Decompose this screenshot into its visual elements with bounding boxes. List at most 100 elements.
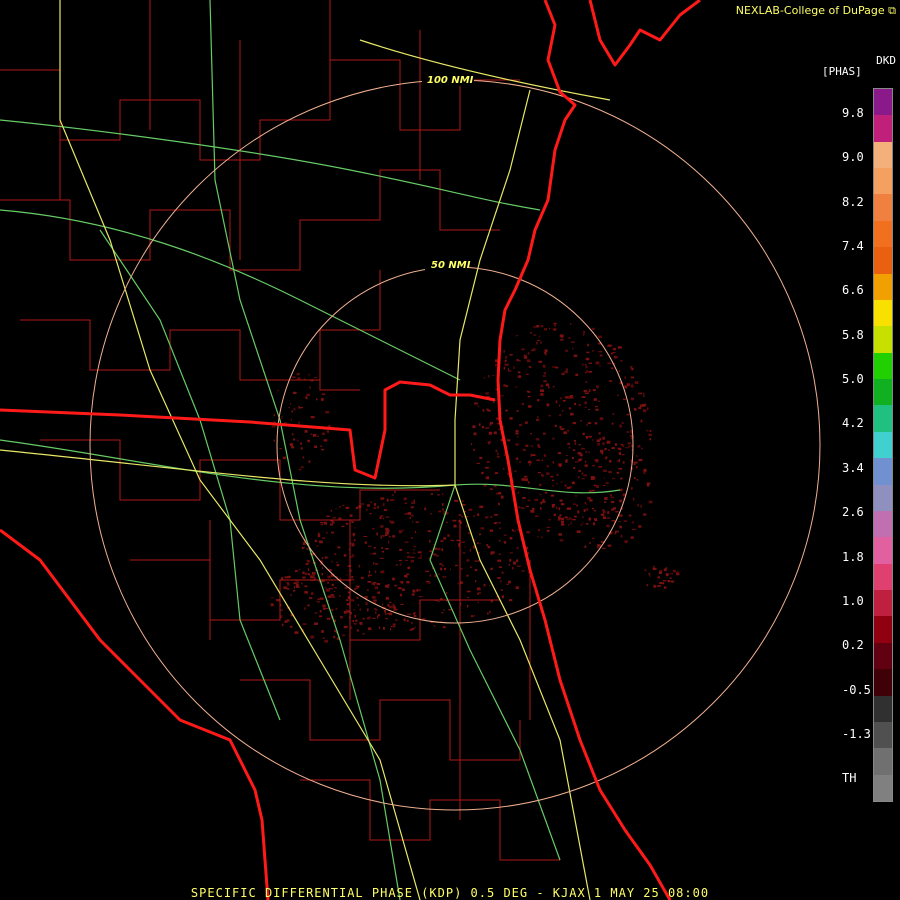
echo-pixel [599, 417, 604, 421]
echo-pixel [667, 579, 670, 583]
echo-pixel [294, 570, 298, 573]
echo-pixel [341, 525, 345, 528]
echo-pixel [441, 548, 444, 552]
echo-pixel [583, 509, 586, 512]
echo-pixel [344, 587, 348, 590]
echo-pixel [314, 612, 318, 614]
echo-pixel [585, 523, 589, 525]
echo-pixel [599, 437, 602, 441]
echo-pixel [573, 439, 577, 442]
echo-pixel [353, 539, 356, 542]
echo-pixel [584, 392, 588, 394]
echo-pixel [592, 350, 594, 352]
echo-pixel [646, 482, 651, 485]
echo-pixel [450, 568, 452, 571]
echo-pixel [477, 513, 480, 516]
echo-pixel [350, 542, 355, 545]
echo-pixel [495, 449, 498, 453]
echo-pixel [494, 514, 498, 516]
echo-pixel [496, 418, 498, 420]
echo-pixel [566, 519, 569, 521]
color-scale-swatch [874, 510, 892, 538]
echo-pixel [584, 406, 587, 408]
echo-pixel [559, 414, 562, 417]
echo-pixel [564, 484, 567, 487]
echo-pixel [531, 507, 535, 511]
echo-pixel [578, 458, 582, 462]
echo-pixel [359, 622, 363, 625]
echo-pixel [331, 560, 333, 563]
echo-pixel [454, 499, 458, 502]
echo-pixel [554, 323, 556, 327]
echo-pixel [631, 521, 635, 524]
echo-pixel [550, 494, 555, 497]
echo-pixel [500, 589, 504, 591]
echo-pixel [541, 500, 546, 503]
echo-pixel [610, 494, 612, 497]
echo-pixel [536, 459, 540, 461]
echo-pixel [352, 554, 355, 557]
echo-pixel [640, 419, 643, 423]
echo-pixel [473, 448, 475, 451]
echo-pixel [301, 582, 303, 585]
echo-pixel [576, 504, 578, 507]
echo-pixel [615, 511, 619, 513]
echo-pixel [357, 604, 360, 606]
echo-pixel [281, 416, 283, 419]
echo-pixel [526, 390, 529, 393]
echo-pixel [347, 596, 350, 600]
echo-pixel [392, 535, 396, 538]
color-scale-swatch [874, 721, 892, 749]
echo-pixel [321, 630, 324, 633]
echo-pixel [564, 370, 568, 373]
echo-pixel [372, 528, 375, 530]
echo-pixel [406, 619, 409, 622]
echo-pixel [281, 577, 283, 580]
echo-pixel [594, 518, 598, 521]
echo-pixel [438, 510, 442, 513]
echo-pixel [589, 499, 593, 502]
echo-pixel [518, 506, 521, 509]
echo-pixel [325, 607, 329, 609]
echo-pixel [474, 560, 477, 562]
echo-pixel [507, 439, 511, 442]
echo-pixel [406, 552, 410, 554]
echo-pixel [501, 571, 504, 574]
echo-pixel [516, 335, 518, 337]
echo-pixel [519, 423, 523, 427]
echo-pixel [505, 356, 507, 359]
color-scale-swatch [874, 299, 892, 327]
echo-pixel [610, 508, 615, 511]
echo-pixel [414, 626, 416, 629]
echo-pixel [440, 612, 444, 614]
echo-pixel [331, 608, 334, 612]
echo-pixel [591, 507, 595, 510]
echo-pixel [302, 571, 305, 575]
echo-pixel [657, 576, 660, 579]
echo-pixel [457, 582, 459, 585]
color-scale-swatch [874, 669, 892, 696]
echo-pixel [495, 363, 497, 365]
echo-pixel [630, 536, 634, 539]
echo-pixel [641, 447, 643, 450]
echo-pixel [392, 494, 394, 496]
echo-pixel [617, 346, 622, 349]
echo-pixel [503, 467, 505, 470]
echo-pixel [316, 398, 318, 401]
echo-pixel [373, 507, 377, 509]
echo-pixel [433, 544, 435, 546]
echo-pixel [302, 542, 306, 545]
echo-pixel [337, 546, 341, 549]
echo-pixel [579, 453, 583, 457]
echo-pixel [614, 443, 617, 446]
echo-pixel [365, 602, 368, 605]
echo-pixel [509, 599, 513, 602]
echo-pixel [325, 411, 330, 414]
echo-pixel [289, 443, 293, 446]
echo-pixel [546, 472, 550, 475]
echo-pixel [556, 482, 558, 485]
echo-pixel [367, 574, 372, 576]
echo-pixel [305, 396, 308, 399]
echo-pixel [588, 362, 592, 364]
echo-pixel [592, 389, 596, 392]
